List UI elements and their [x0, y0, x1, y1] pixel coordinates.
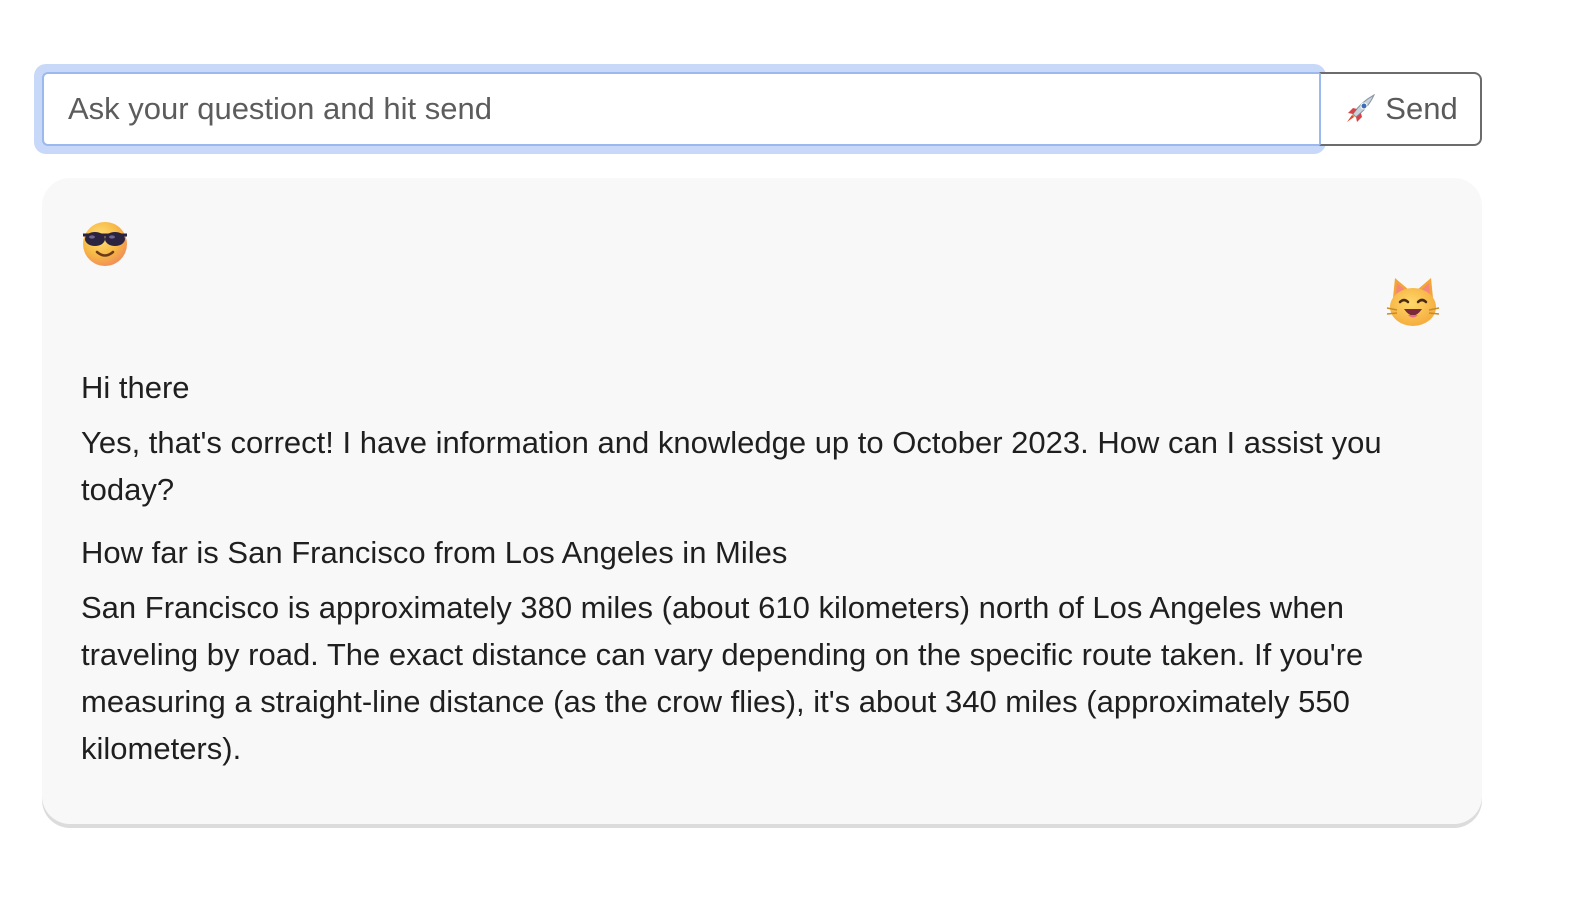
user-message: How far is San Francisco from Los Angele… [81, 535, 788, 570]
assistant-message: Yes, that's correct! I have information … [81, 425, 1382, 507]
user-message: Hi there [81, 370, 190, 405]
cat-face-icon [1385, 274, 1441, 330]
chat-panel: Hi there Yes, that's correct! I have inf… [42, 178, 1482, 824]
send-button-label: Send [1385, 91, 1458, 126]
message-list: Hi there Yes, that's correct! I have inf… [81, 364, 1451, 788]
send-button[interactable]: Send [1319, 72, 1482, 146]
question-input[interactable] [42, 72, 1319, 146]
sunglasses-face-icon [80, 218, 130, 268]
assistant-message: San Francisco is approximately 380 miles… [81, 590, 1364, 766]
question-form: Send [34, 64, 1482, 154]
rocket-icon [1343, 92, 1377, 126]
